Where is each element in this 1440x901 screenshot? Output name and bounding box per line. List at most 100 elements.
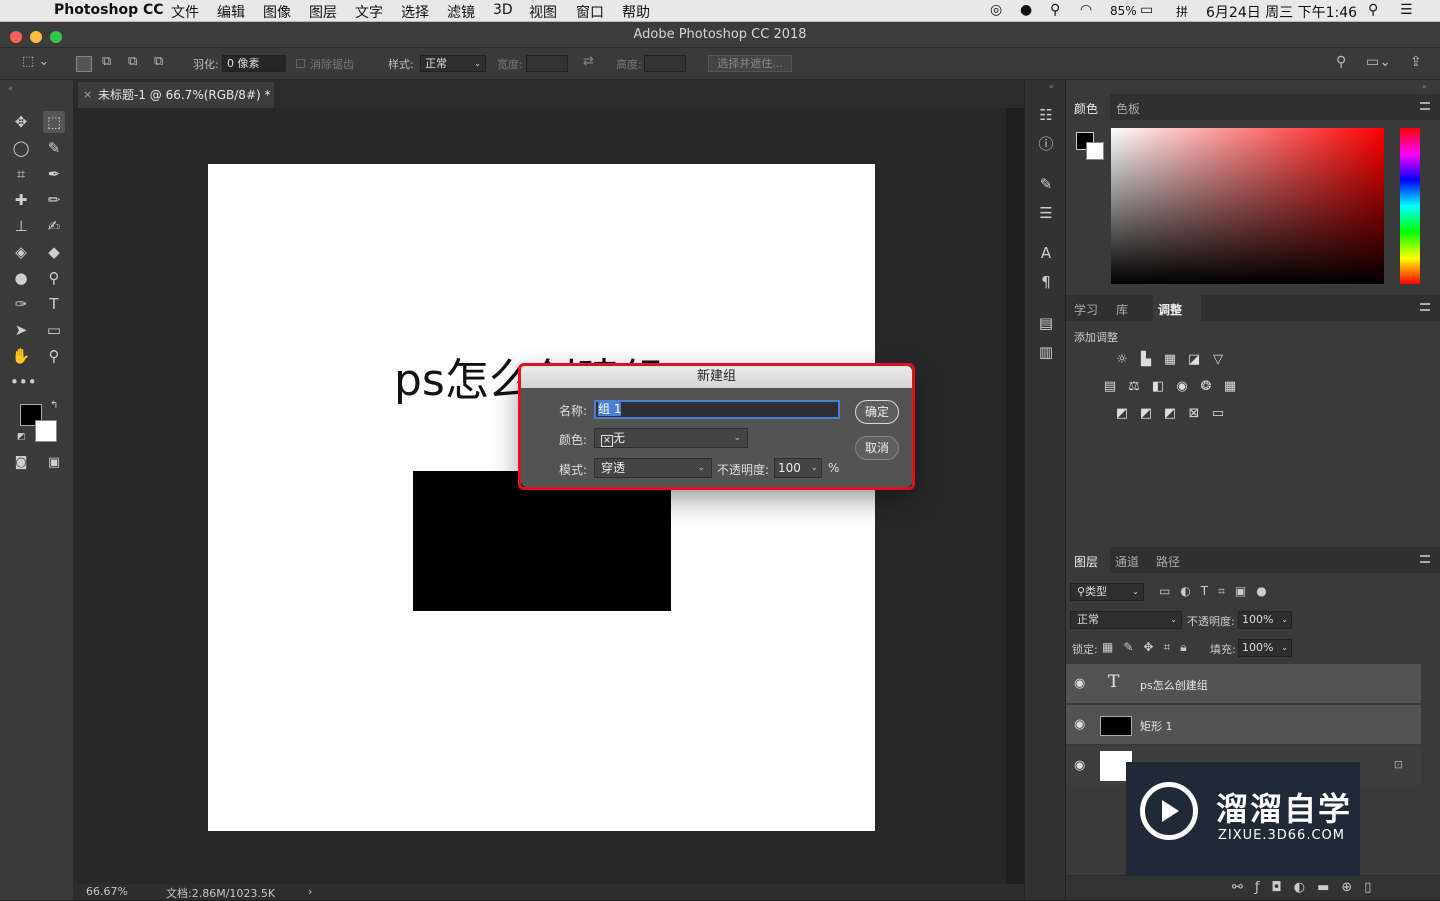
panel-menu-icon[interactable]: [1420, 555, 1430, 563]
menu-3d[interactable]: 3D: [493, 2, 513, 18]
app-menu[interactable]: Photoshop CC: [54, 2, 164, 18]
new-selection-icon[interactable]: [76, 56, 92, 72]
tab-paths[interactable]: 路径: [1156, 553, 1180, 570]
zoom-tool-icon[interactable]: ⚲: [43, 345, 65, 367]
channel-mixer-icon[interactable]: ❂: [1197, 379, 1215, 395]
visibility-eye-icon[interactable]: ◉: [1074, 676, 1085, 691]
paint-bucket-tool-icon[interactable]: ◆: [43, 241, 65, 263]
document-canvas[interactable]: ps怎么创建组: [208, 164, 875, 831]
curves-icon[interactable]: ▦: [1161, 352, 1179, 368]
brightness-icon[interactable]: ☼: [1113, 352, 1131, 368]
character-panel-icon[interactable]: A: [1035, 242, 1057, 264]
info-panel-icon[interactable]: ⓘ: [1035, 133, 1057, 155]
history-brush-tool-icon[interactable]: ✍: [43, 215, 65, 237]
menu-image[interactable]: 图像: [263, 2, 291, 22]
move-tool-icon[interactable]: ✥: [10, 111, 32, 133]
menu-help[interactable]: 帮助: [622, 2, 650, 22]
notification-icon[interactable]: ●: [1020, 2, 1032, 18]
eraser-tool-icon[interactable]: ◈: [10, 241, 32, 263]
zoom-level[interactable]: 66.67%: [86, 885, 128, 898]
control-center-icon[interactable]: ☰: [1400, 2, 1413, 18]
menu-edit[interactable]: 编辑: [217, 2, 245, 22]
panel-expand-icon[interactable]: »: [1422, 82, 1427, 91]
path-select-tool-icon[interactable]: ➤: [10, 319, 32, 341]
hue-saturation-icon[interactable]: ▤: [1101, 379, 1119, 395]
creative-cloud-icon[interactable]: ◎: [990, 2, 1002, 18]
tab-adjustments[interactable]: 调整: [1158, 301, 1182, 318]
select-and-mask-button[interactable]: 选择并遮住...: [708, 55, 792, 72]
minimize-window-button[interactable]: [30, 31, 42, 43]
layer-row-rectangle[interactable]: ◉ 矩形 1: [1066, 705, 1421, 745]
intersect-selection-icon[interactable]: ⧉: [154, 54, 163, 69]
pen-tool-icon[interactable]: ✑: [10, 293, 32, 315]
antialias-checkbox[interactable]: [296, 59, 305, 68]
lasso-tool-icon[interactable]: ◯: [10, 137, 32, 159]
screen-mode-icon[interactable]: ▣: [43, 452, 65, 474]
paragraph-panel-icon[interactable]: ¶: [1035, 271, 1057, 293]
marquee-preset-icon[interactable]: ⬚ ⌄: [22, 54, 49, 69]
input-method-icon[interactable]: 拼: [1176, 3, 1188, 20]
default-colors-icon[interactable]: ◩: [17, 432, 26, 442]
brush-tool-icon[interactable]: ✏: [43, 189, 65, 211]
color-balance-icon[interactable]: ⚖: [1125, 379, 1143, 395]
exposure-icon[interactable]: ◪: [1185, 352, 1203, 368]
properties-panel-icon[interactable]: ☰: [1035, 202, 1057, 224]
document-tab[interactable]: × 未标题-1 @ 66.7%(RGB/8#) *: [78, 82, 274, 108]
marquee-tool-icon[interactable]: ⬚: [43, 111, 65, 133]
swap-colors-icon[interactable]: ↰: [50, 400, 58, 411]
style-select[interactable]: 正常 ⌄: [420, 55, 486, 72]
visibility-eye-icon[interactable]: ◉: [1074, 758, 1085, 773]
blend-mode-select[interactable]: 正常 ⌄: [1070, 611, 1182, 629]
dodge-tool-icon[interactable]: ⚲: [43, 267, 65, 289]
levels-icon[interactable]: ▙: [1137, 352, 1155, 368]
lock-icons[interactable]: ▦✎✥⌗🔒︎: [1102, 640, 1197, 655]
tab-learn[interactable]: 学习: [1074, 301, 1098, 318]
add-selection-icon[interactable]: ⧉: [102, 54, 111, 69]
menu-view[interactable]: 视图: [529, 2, 557, 22]
color-lookup-icon[interactable]: ▦: [1221, 379, 1239, 395]
collapse-icon[interactable]: «: [8, 84, 13, 93]
posterize-icon[interactable]: ◩: [1137, 406, 1155, 422]
layer-opacity-input[interactable]: 100% ⌄: [1238, 611, 1292, 629]
tab-color[interactable]: 颜色: [1074, 100, 1098, 117]
expand-icon[interactable]: «: [1049, 82, 1054, 91]
zoom-window-button[interactable]: [50, 31, 62, 43]
background-color-swatch[interactable]: [35, 420, 57, 442]
spotlight-icon[interactable]: ⚲: [1368, 2, 1378, 18]
status-arrow-icon[interactable]: ›: [308, 885, 312, 898]
menu-select[interactable]: 选择: [401, 2, 429, 22]
quick-select-tool-icon[interactable]: ✎: [43, 137, 65, 159]
tab-channels[interactable]: 通道: [1115, 553, 1139, 570]
black-white-icon[interactable]: ◧: [1149, 379, 1167, 395]
menu-window[interactable]: 窗口: [576, 2, 604, 22]
search-icon[interactable]: ⚲: [1336, 54, 1346, 70]
brush-panel-icon[interactable]: ✎: [1035, 173, 1057, 195]
vibrance-icon[interactable]: ▽: [1209, 352, 1227, 368]
healing-tool-icon[interactable]: ✚: [10, 189, 32, 211]
photo-filter-icon[interactable]: ◉: [1173, 379, 1191, 395]
fill-input[interactable]: 100% ⌄: [1238, 639, 1292, 657]
layer-filter-icons[interactable]: ▭◐T⌗▣●: [1159, 584, 1277, 599]
quick-mask-icon[interactable]: ◙: [10, 452, 32, 474]
gradient-map-icon[interactable]: ▭: [1209, 406, 1227, 422]
history-panel-icon[interactable]: ☷: [1035, 104, 1057, 126]
close-tab-icon[interactable]: ×: [83, 82, 92, 108]
share-icon[interactable]: ⇪: [1410, 54, 1422, 70]
workspace-icon[interactable]: ▭⌄: [1366, 54, 1391, 70]
width-input[interactable]: [526, 55, 568, 72]
swap-dimensions-icon[interactable]: ⇄: [583, 54, 594, 69]
layer-row-text[interactable]: ◉ T ps怎么创建组: [1066, 664, 1421, 704]
close-window-button[interactable]: [10, 31, 22, 43]
color-field[interactable]: [1111, 128, 1384, 284]
hand-tool-icon[interactable]: ✋: [10, 345, 32, 367]
more-tools-icon[interactable]: •••: [10, 371, 37, 393]
visibility-eye-icon[interactable]: ◉: [1074, 717, 1085, 732]
feather-input[interactable]: 0 像素: [222, 55, 286, 72]
menu-file[interactable]: 文件: [171, 2, 199, 22]
tab-libraries[interactable]: 库: [1116, 301, 1128, 318]
stamp-tool-icon[interactable]: ⊥: [10, 215, 32, 237]
subtract-selection-icon[interactable]: ⧉: [128, 54, 137, 69]
crop-tool-icon[interactable]: ⌗: [10, 163, 32, 185]
network-icon[interactable]: ⚲: [1050, 2, 1060, 18]
panel-menu-icon[interactable]: [1420, 303, 1430, 311]
